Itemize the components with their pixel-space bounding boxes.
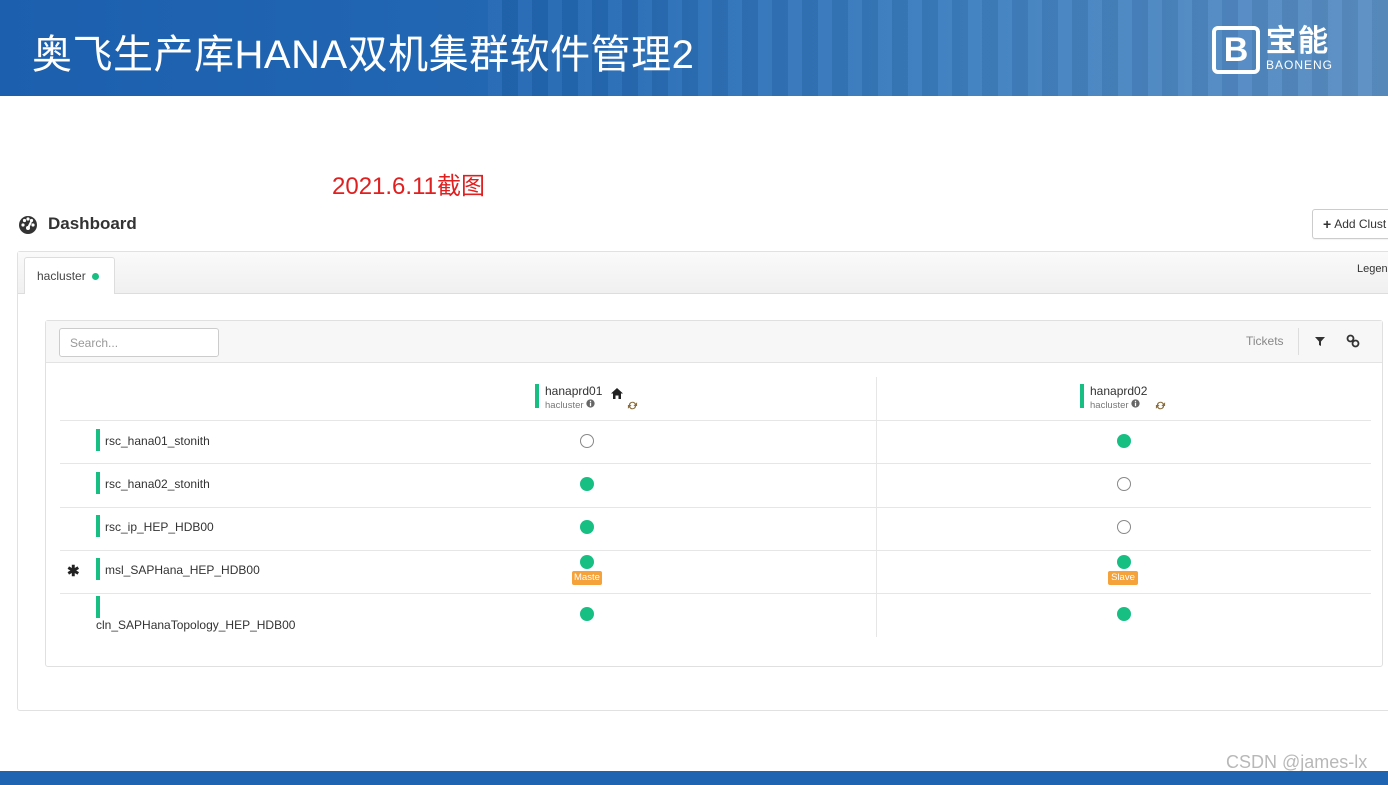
resource-grid-box: Tickets hanaprd01 hacluster <box>45 320 1383 667</box>
logo-mark: B <box>1212 26 1260 74</box>
add-cluster-button[interactable]: + Add Clust <box>1312 209 1388 239</box>
role-badge-master: Maste <box>572 571 602 585</box>
node-cluster: hacluster <box>545 399 595 411</box>
multistate-asterisk-icon: ✱ <box>67 563 80 580</box>
resource-status-bar <box>96 558 100 580</box>
tab-hacluster-label: hacluster <box>37 269 86 283</box>
grid-toolbar: Tickets <box>46 321 1382 363</box>
csdn-watermark: CSDN @james-lx <box>1226 752 1368 772</box>
resource-name: rsc_hana02_stonith <box>105 477 210 491</box>
node-cluster-label: hacluster <box>1090 400 1129 411</box>
resource-state-running[interactable] <box>580 477 594 491</box>
baoneng-logo: B 宝能 BAONENG <box>1212 26 1333 74</box>
node-name: hanaprd01 <box>545 384 603 398</box>
node-status-bar <box>1080 384 1084 408</box>
slide-title: 奥飞生产库HANA双机集群软件管理2 <box>32 33 695 77</box>
dashboard-title: Dashboard <box>48 214 137 233</box>
resource-state-running[interactable] <box>1117 555 1131 569</box>
resource-status-bar <box>96 596 100 618</box>
cluster-tabbar: hacluster Legend <box>18 252 1388 294</box>
resource-state-running[interactable] <box>580 607 594 621</box>
row-divider <box>60 420 1371 421</box>
node-cluster-label: hacluster <box>545 400 584 411</box>
slide-banner: 奥飞生产库HANA双机集群软件管理2 B 宝能 BAONENG <box>0 0 1388 96</box>
row-divider <box>60 463 1371 464</box>
node-name: hanaprd02 <box>1090 384 1148 398</box>
role-badge-slave: Slave <box>1108 571 1138 585</box>
row-divider <box>60 593 1371 594</box>
screenshot-date-caption: 2021.6.11截图 <box>332 173 485 200</box>
resource-name: msl_SAPHana_HEP_HDB00 <box>105 563 260 577</box>
resource-state-stopped[interactable] <box>1117 477 1131 491</box>
logo-text: 宝能 BAONENG <box>1266 27 1333 73</box>
resource-status-bar <box>96 429 100 451</box>
toolbar-separator <box>1298 328 1299 355</box>
resource-state-running[interactable] <box>1117 607 1131 621</box>
refresh-icon[interactable] <box>1155 400 1166 411</box>
tickets-link[interactable]: Tickets <box>1246 334 1284 348</box>
logo-en: BAONENG <box>1266 58 1334 72</box>
dashboard-gauge-icon <box>19 216 37 234</box>
slide: 奥飞生产库HANA双机集群软件管理2 B 宝能 BAONENG 2021.6.1… <box>0 0 1388 785</box>
row-divider <box>60 550 1371 551</box>
info-icon[interactable] <box>1131 399 1140 408</box>
resource-state-stopped[interactable] <box>580 434 594 448</box>
home-icon <box>611 388 623 399</box>
refresh-icon[interactable] <box>627 400 638 411</box>
filter-icon[interactable] <box>1312 333 1328 349</box>
resource-state-running[interactable] <box>580 520 594 534</box>
info-icon[interactable] <box>586 399 595 408</box>
resource-status-bar <box>96 472 100 494</box>
resource-name: rsc_ip_HEP_HDB00 <box>105 520 214 534</box>
slide-bottom-bar <box>0 771 1388 785</box>
resource-state-running[interactable] <box>1117 434 1131 448</box>
resource-status-bar <box>96 515 100 537</box>
add-cluster-label: Add Clust <box>1334 217 1387 231</box>
resource-name: cln_SAPHanaTopology_HEP_HDB00 <box>96 618 296 632</box>
cluster-status-dot <box>91 273 99 281</box>
dashboard-header: Dashboard <box>18 214 137 234</box>
legend-link[interactable]: Legend <box>1357 263 1388 275</box>
row-divider <box>60 507 1371 508</box>
node-cluster: hacluster <box>1090 399 1140 411</box>
resource-name: rsc_hana01_stonith <box>105 434 210 448</box>
tab-hacluster[interactable]: hacluster <box>24 257 115 294</box>
resource-state-stopped[interactable] <box>1117 520 1131 534</box>
logo-cn: 宝能 <box>1266 25 1330 58</box>
search-input[interactable] <box>59 328 219 357</box>
resource-state-running[interactable] <box>580 555 594 569</box>
cluster-panel: hacluster Legend Tickets <box>17 251 1388 711</box>
plus-icon: + <box>1323 216 1332 232</box>
node-status-bar <box>535 384 539 408</box>
link-icon[interactable] <box>1345 333 1361 349</box>
